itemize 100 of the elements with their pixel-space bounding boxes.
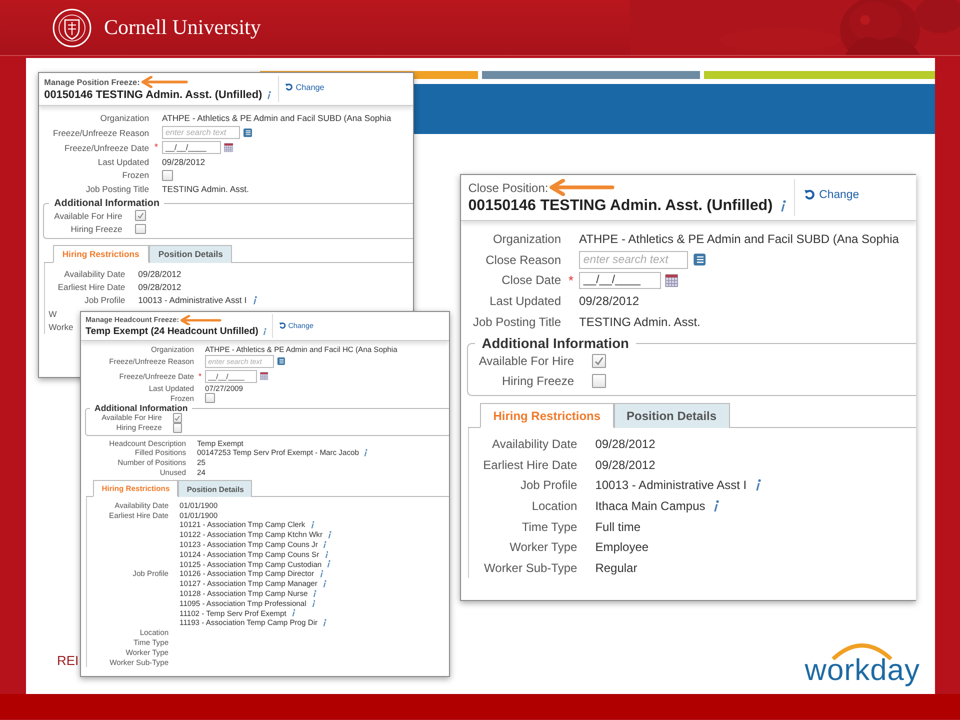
field-value: 09/28/2012 xyxy=(595,458,656,472)
checkbox[interactable] xyxy=(172,422,182,433)
seal-icon xyxy=(52,8,92,48)
field-label: Job Posting Title xyxy=(84,182,149,196)
info-icon[interactable] xyxy=(363,449,368,457)
info-icon[interactable] xyxy=(290,609,296,617)
field-value: 09/28/2012 xyxy=(162,156,206,167)
field-value: Full time xyxy=(595,520,641,534)
calendar-icon[interactable] xyxy=(665,274,678,288)
field-label: Available For Hire xyxy=(478,352,574,370)
field-label: W xyxy=(48,308,57,320)
field-label: Hiring Freeze xyxy=(500,373,574,390)
field-label: Last Updated xyxy=(96,156,149,169)
info-icon[interactable] xyxy=(322,540,327,548)
refresh-icon xyxy=(278,322,286,329)
info-icon[interactable] xyxy=(327,530,332,539)
field-value: TESTING Admin. Asst. xyxy=(579,314,700,329)
university-name: Cornell University xyxy=(104,15,261,40)
checkbox[interactable] xyxy=(135,210,146,222)
field-value: 10013 - Administrative Asst I xyxy=(138,295,247,306)
checkbox[interactable] xyxy=(592,354,606,368)
record-title: 00150146 TESTING Admin. Asst. (Unfilled) xyxy=(468,197,773,214)
info-icon[interactable] xyxy=(322,619,327,627)
tab[interactable]: Position Details xyxy=(614,403,730,428)
field-label: Organization xyxy=(99,112,149,126)
field-value: 10013 - Administrative Asst I xyxy=(595,478,747,492)
change-link[interactable]: Change xyxy=(278,82,331,92)
calendar-icon[interactable] xyxy=(260,372,268,380)
input-field[interactable]: enter search text xyxy=(579,251,688,269)
field-label: Availability Date xyxy=(63,268,126,280)
change-link[interactable]: Change xyxy=(795,188,868,201)
arrow-icon xyxy=(140,76,188,88)
field-label: Frozen xyxy=(121,169,149,182)
required-mark: * xyxy=(567,272,574,288)
form-caption: Close Position: xyxy=(468,180,548,195)
info-icon[interactable] xyxy=(318,570,324,578)
field-label: Worker Type xyxy=(508,539,578,556)
info-icon[interactable] xyxy=(310,600,316,608)
field-value: 09/28/2012 xyxy=(138,268,182,279)
field-label: Earliest Hire Date xyxy=(56,280,126,294)
field-label: Location xyxy=(530,498,578,515)
arrow-icon xyxy=(180,314,222,326)
field-label: Worke xyxy=(48,321,74,334)
list-icon[interactable] xyxy=(243,128,253,138)
field-label: Time Type xyxy=(520,518,578,536)
info-icon[interactable] xyxy=(326,560,331,568)
calendar-icon[interactable] xyxy=(224,143,234,152)
field-label: Job Profile xyxy=(519,477,578,494)
logo-text: workday xyxy=(804,654,920,688)
info-icon[interactable] xyxy=(324,550,328,558)
field-label: Last Updated xyxy=(488,293,561,310)
info-icon[interactable] xyxy=(252,296,257,305)
field-label: Available For Hire xyxy=(53,210,122,222)
field-label: Worker Sub-Type xyxy=(483,560,578,577)
field-label: Freeze/Unfreeze Date xyxy=(63,142,149,154)
field-label: Hiring Freeze xyxy=(70,223,122,236)
field-value: ATHPE - Athletics & PE Admin and Facil SUBD (Ana Sophia xyxy=(579,232,899,246)
field-label: Close Reason xyxy=(484,252,561,269)
field-label: Job Profile xyxy=(84,294,126,308)
checkbox[interactable] xyxy=(172,413,182,423)
info-icon[interactable] xyxy=(266,90,272,100)
field-label: Close Date xyxy=(500,272,561,290)
checkbox[interactable] xyxy=(592,374,606,388)
info-icon[interactable] xyxy=(312,590,317,598)
checkbox[interactable] xyxy=(162,170,173,181)
field-value: 09/28/2012 xyxy=(595,437,656,452)
field-label: Availability Date xyxy=(491,436,578,454)
info-icon[interactable] xyxy=(322,580,327,588)
section-title: Additional Information xyxy=(53,198,160,210)
field-value: Ithaca Main Campus xyxy=(595,498,706,513)
required-mark: * xyxy=(153,142,159,154)
checkbox[interactable] xyxy=(205,393,215,403)
refresh-icon xyxy=(804,188,816,200)
field-value: ATHPE - Athletics & PE Admin and Facil SUBD (Ana Sophia xyxy=(162,113,392,124)
field-value: Regular xyxy=(595,560,638,575)
field-value: 09/28/2012 xyxy=(579,294,640,308)
field-value: TESTING Admin. Asst. xyxy=(162,184,249,194)
info-icon[interactable] xyxy=(778,200,786,212)
input-field[interactable]: __/__/____ xyxy=(579,272,662,290)
info-icon[interactable] xyxy=(754,479,761,492)
footer-text: REI xyxy=(57,653,79,668)
field-label: Job Posting Title xyxy=(472,314,561,331)
field-value: Employee xyxy=(595,540,649,554)
field-label: Earliest Hire Date xyxy=(482,456,578,474)
refresh-icon xyxy=(285,83,294,92)
record-title: Temp Exempt (24 Headcount Unfilled) xyxy=(86,326,258,338)
info-icon[interactable] xyxy=(712,500,720,512)
info-icon[interactable] xyxy=(310,521,314,529)
field-label: Organization xyxy=(492,231,561,248)
input-field[interactable]: __/__/____ xyxy=(162,141,221,154)
tab[interactable]: Position Details xyxy=(148,244,232,263)
list-icon[interactable] xyxy=(276,357,286,366)
input-field[interactable]: enter search text xyxy=(162,126,240,140)
checkbox[interactable] xyxy=(135,224,146,234)
required-mark: * xyxy=(197,371,203,382)
list-icon[interactable] xyxy=(692,253,706,266)
record-title: 00150146 TESTING Admin. Asst. (Unfilled) xyxy=(44,88,262,101)
info-icon[interactable] xyxy=(262,328,267,336)
field-label: Freeze/Unfreeze Reason xyxy=(52,126,149,140)
section-title: Additional Information xyxy=(480,336,630,351)
